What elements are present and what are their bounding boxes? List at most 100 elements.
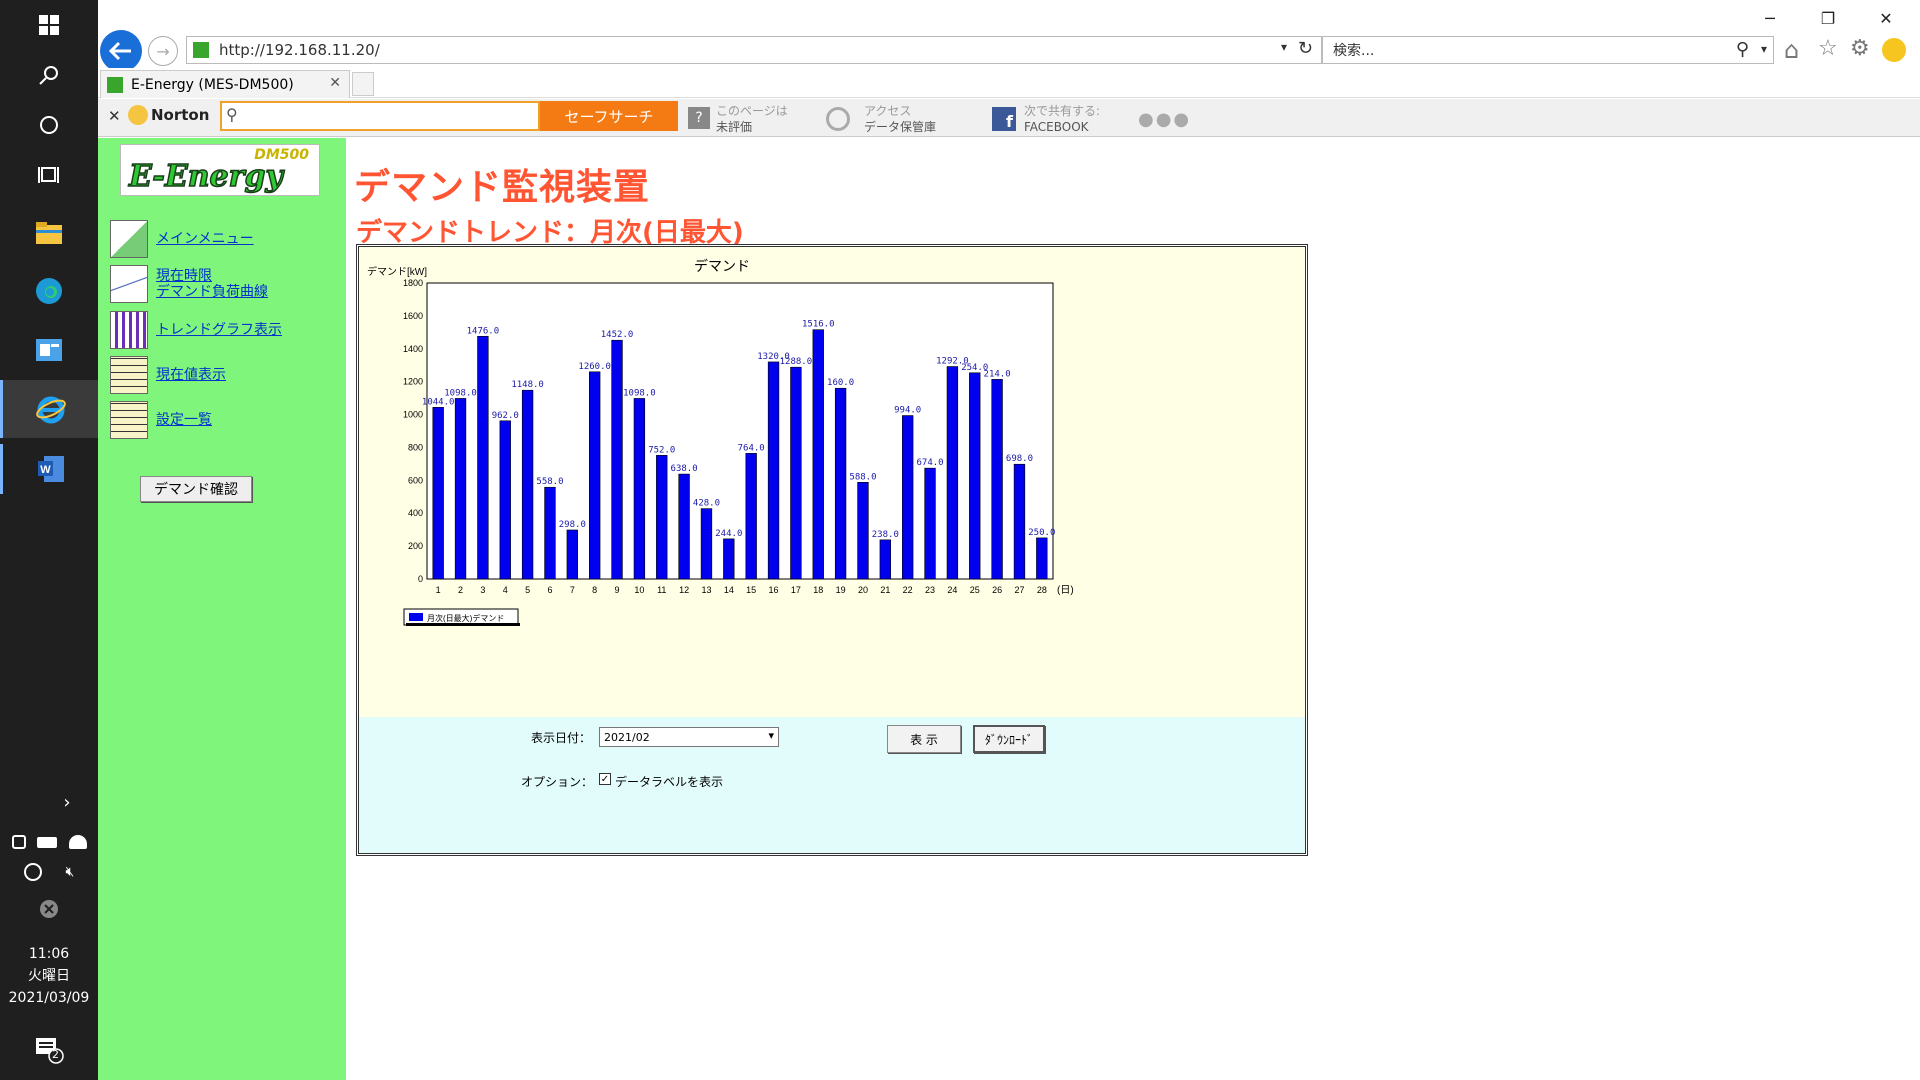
globe-icon[interactable] bbox=[23, 863, 42, 881]
data-label: 1044.0 bbox=[422, 397, 455, 407]
x-tick-label: 3 bbox=[480, 585, 485, 595]
norton-label: Norton bbox=[151, 106, 210, 124]
date-select[interactable]: 2021/02 ▾ bbox=[599, 727, 779, 747]
bar bbox=[812, 329, 824, 580]
y-tick-label: 1000 bbox=[403, 410, 423, 420]
data-label: 638.0 bbox=[671, 464, 698, 474]
sidebar-item-load-curve[interactable]: 現在時限 デマンド負荷曲線 bbox=[110, 265, 268, 303]
access-vault[interactable]: アクセス データ保管庫 bbox=[864, 103, 936, 135]
outlook-icon[interactable] bbox=[0, 325, 98, 375]
bar bbox=[678, 473, 690, 580]
option-label: オプション： bbox=[521, 775, 594, 789]
sidebar-item-label-line2: デマンド負荷曲線 bbox=[156, 284, 268, 300]
tray-icons-row2: 🔇︎ bbox=[0, 858, 98, 886]
load-curve-icon bbox=[110, 265, 148, 303]
norton-search-input[interactable]: ⚲ bbox=[220, 101, 540, 131]
ie-icon[interactable] bbox=[0, 380, 98, 438]
close-button[interactable]: ✕ bbox=[1864, 6, 1908, 30]
bar bbox=[946, 366, 959, 580]
notification-icon[interactable]: 2 bbox=[0, 1030, 98, 1070]
tab-e-energy[interactable]: E-Energy (MES-DM500) ✕ bbox=[100, 70, 350, 98]
y-tick-label: 1800 bbox=[403, 278, 423, 288]
sidebar-item-current-value[interactable]: 現在値表示 bbox=[110, 356, 226, 394]
bar bbox=[656, 455, 668, 580]
download-button[interactable]: ﾀﾞｳﾝﾛｰﾄﾞ bbox=[973, 725, 1045, 753]
search-icon[interactable]: ⚲ bbox=[1736, 39, 1749, 60]
restore-button[interactable]: ❐ bbox=[1806, 6, 1850, 30]
new-tab-button[interactable] bbox=[352, 72, 374, 96]
toolbar-close-icon[interactable]: ✕ bbox=[108, 107, 121, 125]
bar bbox=[857, 482, 869, 580]
safe-search-button[interactable]: セーフサーチ bbox=[540, 101, 678, 131]
home-icon[interactable]: ⌂ bbox=[1784, 36, 1799, 64]
demand-check-button[interactable]: デマンド確認 bbox=[140, 476, 252, 502]
clock[interactable]: 11:06 火曜日 2021/03/09 bbox=[0, 943, 98, 1009]
y-axis-label: デマンド[kW] bbox=[367, 265, 427, 278]
main-menu-icon bbox=[110, 220, 148, 258]
file-explorer-icon[interactable] bbox=[0, 208, 98, 258]
bar bbox=[723, 538, 735, 580]
close-circle-icon[interactable] bbox=[0, 895, 98, 923]
sidebar-item-label: 現在値表示 bbox=[156, 367, 226, 383]
bar bbox=[589, 371, 601, 580]
clock-date: 2021/03/09 bbox=[8, 990, 90, 1006]
sidebar-item-main-menu[interactable]: メインメニュー bbox=[110, 220, 254, 258]
back-button[interactable] bbox=[100, 30, 142, 72]
option-checkbox[interactable]: ✓ bbox=[599, 773, 611, 785]
tab-close-icon[interactable]: ✕ bbox=[329, 75, 341, 91]
ie-window: ─ ❐ ✕ → http://192.168.11.20/ ▾ ↻ 検索... … bbox=[98, 0, 1920, 1080]
page-rating[interactable]: このページは 未評価 bbox=[716, 103, 788, 135]
more-dots-icon[interactable]: ●●● bbox=[1138, 109, 1191, 130]
sidebar-item-settings-list[interactable]: 設定一覧 bbox=[110, 401, 212, 439]
smiley-feedback-icon[interactable] bbox=[1882, 38, 1906, 62]
forward-button[interactable]: → bbox=[148, 36, 178, 66]
dropdown-arrow-icon[interactable]: ▾ bbox=[1281, 40, 1287, 54]
bar bbox=[633, 398, 646, 580]
address-bar[interactable]: http://192.168.11.20/ ▾ ↻ bbox=[186, 36, 1322, 64]
access-line1: アクセス bbox=[864, 104, 912, 118]
data-label: 1148.0 bbox=[511, 380, 544, 390]
taskbar: W › 🔇︎ 11:06 火曜日 2021/03/09 2 bbox=[0, 0, 98, 1080]
battery-icon[interactable] bbox=[37, 836, 57, 848]
chevron-right-icon[interactable]: › bbox=[52, 787, 82, 817]
y-tick-label: 1400 bbox=[403, 344, 423, 354]
data-label: 1098.0 bbox=[623, 388, 656, 398]
settings-gear-icon[interactable]: ⚙ bbox=[1850, 36, 1870, 61]
favorites-star-icon[interactable]: ☆ bbox=[1818, 36, 1838, 61]
word-icon[interactable]: W bbox=[0, 444, 98, 494]
task-view-icon[interactable] bbox=[0, 150, 98, 200]
network-icon[interactable] bbox=[68, 835, 87, 849]
search-icon[interactable] bbox=[0, 50, 98, 100]
share-line1: 次で共有する: bbox=[1024, 104, 1101, 118]
search-box[interactable]: 検索... ⚲ ▾ bbox=[1322, 36, 1774, 64]
x-tick-label: 8 bbox=[592, 585, 597, 595]
page-rating-icon[interactable]: ? bbox=[688, 107, 710, 129]
data-label: 674.0 bbox=[916, 458, 943, 468]
tray-icons-row1 bbox=[0, 828, 98, 856]
data-label: 1516.0 bbox=[802, 320, 835, 330]
windows-start-icon[interactable] bbox=[0, 0, 98, 50]
norton-toolbar: ✕ Norton ⚲ セーフサーチ ? このページは 未評価 アクセス データ保… bbox=[98, 99, 1920, 137]
x-tick-label: 9 bbox=[615, 585, 620, 595]
refresh-icon[interactable]: ↻ bbox=[1298, 38, 1313, 59]
show-button[interactable]: 表 示 bbox=[887, 725, 961, 753]
sidebar-item-trend-graph[interactable]: トレンドグラフ表示 bbox=[110, 311, 282, 349]
share-facebook[interactable]: 次で共有する: FACEBOOK bbox=[1024, 103, 1100, 135]
x-tick-label: 15 bbox=[746, 585, 756, 595]
data-label: 994.0 bbox=[894, 406, 921, 416]
minimize-button[interactable]: ─ bbox=[1748, 6, 1792, 30]
vault-icon[interactable] bbox=[826, 107, 850, 131]
x-tick-label: 16 bbox=[769, 585, 779, 595]
data-label: 1452.0 bbox=[601, 330, 634, 340]
x-tick-label: 11 bbox=[657, 585, 666, 595]
mute-icon[interactable]: 🔇︎ bbox=[65, 864, 74, 880]
sidebar-item-label: トレンドグラフ表示 bbox=[156, 322, 282, 338]
dropdown-arrow-icon[interactable]: ▾ bbox=[1761, 42, 1767, 56]
data-label: 752.0 bbox=[648, 445, 675, 455]
facebook-icon[interactable]: f bbox=[992, 107, 1016, 131]
touchpad-icon[interactable] bbox=[11, 835, 26, 849]
data-label: 588.0 bbox=[849, 472, 876, 482]
bar bbox=[566, 529, 578, 580]
cortana-icon[interactable] bbox=[0, 100, 98, 150]
edge-icon[interactable] bbox=[0, 266, 98, 316]
